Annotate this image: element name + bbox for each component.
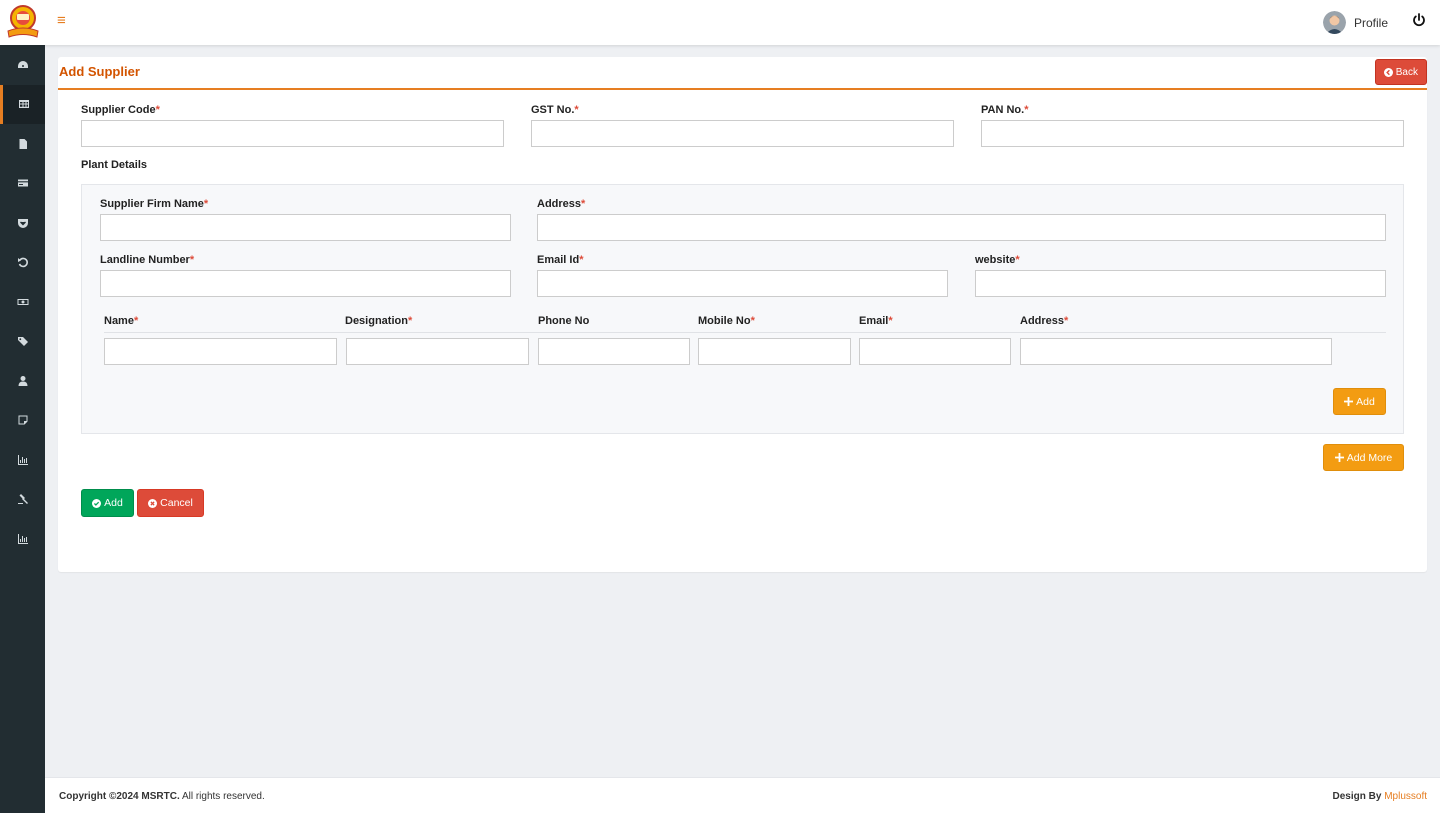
money-icon xyxy=(17,298,28,305)
add-contact-button[interactable]: Add xyxy=(1333,388,1386,415)
contact-table-divider xyxy=(104,332,1386,333)
card-icon xyxy=(17,179,28,187)
sidebar-item-file[interactable] xyxy=(0,124,45,164)
copyright-text: Copyright ©2024 MSRTC. All rights reserv… xyxy=(59,791,265,802)
sidebar-item-dashboard[interactable] xyxy=(0,45,45,85)
top-bar: ≡ Profile xyxy=(0,0,1440,45)
contact-col-designation: Designation* xyxy=(345,315,413,327)
pan-input[interactable] xyxy=(981,120,1404,147)
msrtc-logo[interactable] xyxy=(4,3,42,41)
address-input[interactable] xyxy=(537,214,1386,241)
gst-input[interactable] xyxy=(531,120,954,147)
contact-col-address: Address* xyxy=(1020,315,1069,327)
supplier-code-label: Supplier Code* xyxy=(81,104,160,116)
sidebar-item-pocket[interactable] xyxy=(0,203,45,243)
undo-icon xyxy=(17,257,28,268)
landline-label: Landline Number* xyxy=(100,254,195,266)
contact-phone-input[interactable] xyxy=(538,338,690,365)
plant-details-label: Plant Details xyxy=(81,159,148,171)
plant-details-box: Supplier Firm Name* Address* Landline Nu… xyxy=(81,184,1404,434)
email-id-label: Email Id* xyxy=(537,254,584,266)
landline-input[interactable] xyxy=(100,270,511,297)
pocket-icon xyxy=(17,218,28,228)
avatar xyxy=(1322,11,1346,34)
sidebar-item-money[interactable] xyxy=(0,282,45,322)
contact-designation-input[interactable] xyxy=(346,338,529,365)
sidebar-item-notes[interactable] xyxy=(0,401,45,441)
profile-menu[interactable]: Profile xyxy=(1322,11,1388,34)
gst-label: GST No.* xyxy=(531,104,579,116)
back-button[interactable]: Back xyxy=(1374,59,1427,85)
dashboard-icon xyxy=(17,60,28,68)
contact-name-input[interactable] xyxy=(104,338,337,365)
sidebar-item-gavel[interactable] xyxy=(0,480,45,520)
footer: Copyright ©2024 MSRTC. All rights reserv… xyxy=(45,777,1440,813)
sidebar-item-reports-2[interactable] xyxy=(0,519,45,559)
firm-name-label: Supplier Firm Name* xyxy=(100,198,209,210)
back-label: Back xyxy=(1395,66,1418,78)
page-title: Add Supplier xyxy=(59,64,140,79)
times-circle-icon xyxy=(148,498,158,508)
add-more-button[interactable]: Add More xyxy=(1323,444,1404,471)
sidebar-item-user[interactable] xyxy=(0,361,45,401)
cancel-button[interactable]: Cancel xyxy=(137,489,204,517)
email-id-input[interactable] xyxy=(537,270,948,297)
bar-chart-icon xyxy=(17,454,28,465)
card-header: Add Supplier Back xyxy=(58,57,1427,90)
contact-col-mobile: Mobile No* xyxy=(698,315,755,327)
sidebar xyxy=(0,45,45,813)
sidebar-item-card[interactable] xyxy=(0,164,45,204)
contact-col-phone: Phone No xyxy=(538,315,590,327)
add-supplier-card: Add Supplier Back Supplier Code* GST No.… xyxy=(58,57,1427,572)
submit-add-button[interactable]: Add xyxy=(81,489,134,517)
hamburger-icon[interactable]: ≡ xyxy=(57,12,66,30)
firm-name-input[interactable] xyxy=(100,214,511,241)
pan-label: PAN No.* xyxy=(981,104,1029,116)
sidebar-item-undo[interactable] xyxy=(0,243,45,283)
contact-col-email: Email* xyxy=(859,315,893,327)
profile-label: Profile xyxy=(1353,15,1388,30)
check-circle-icon xyxy=(92,498,102,508)
contact-email-input[interactable] xyxy=(859,338,1011,365)
supplier-code-input[interactable] xyxy=(81,120,504,147)
sidebar-item-table[interactable] xyxy=(0,84,45,124)
website-label: website* xyxy=(975,254,1020,266)
gavel-icon xyxy=(17,494,28,505)
plus-icon xyxy=(1344,397,1354,406)
arrow-circle-left-icon xyxy=(1383,67,1393,77)
brand-link[interactable]: Mplussoft xyxy=(1384,791,1427,802)
contact-mobile-input[interactable] xyxy=(698,338,851,365)
sidebar-item-reports[interactable] xyxy=(0,440,45,480)
sidebar-item-tags[interactable] xyxy=(0,322,45,362)
plus-icon xyxy=(1334,453,1344,462)
address-label: Address* xyxy=(537,198,586,210)
contact-address-input[interactable] xyxy=(1020,338,1332,365)
file-icon xyxy=(19,138,27,149)
website-input[interactable] xyxy=(975,270,1386,297)
bar-chart-icon xyxy=(17,533,28,544)
power-icon[interactable] xyxy=(1412,13,1426,27)
sticky-note-icon xyxy=(18,415,27,425)
design-credit: Design By Mplussoft xyxy=(1332,791,1427,802)
contact-col-name: Name* xyxy=(104,315,139,327)
tags-icon xyxy=(17,337,28,347)
table-icon xyxy=(19,100,29,109)
user-icon xyxy=(18,375,27,386)
